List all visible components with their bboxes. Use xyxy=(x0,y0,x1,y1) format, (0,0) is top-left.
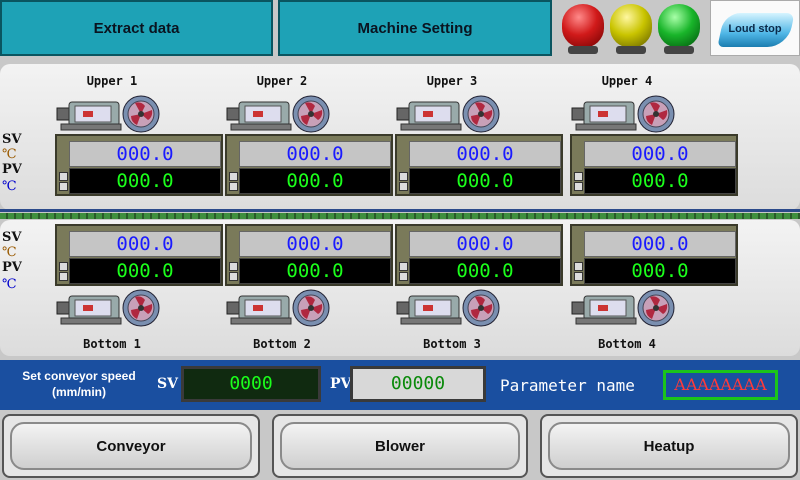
pv-display: 000.0 xyxy=(584,258,736,284)
blower-motor-icon xyxy=(55,288,167,328)
celsius-label: ℃ xyxy=(2,179,17,194)
temperature-unit: 000.0 000.0 xyxy=(570,224,738,286)
indicator-icon xyxy=(229,172,238,181)
indicator-icon xyxy=(59,172,68,181)
blower-motor-icon xyxy=(225,288,337,328)
green-lamp-icon xyxy=(658,4,700,54)
temperature-unit: 000.0 000.0 xyxy=(55,224,223,286)
indicator-icon xyxy=(574,172,583,181)
blower-button[interactable]: Blower xyxy=(272,414,528,478)
indicator-icon xyxy=(59,262,68,271)
pv-unit-label: PV xyxy=(2,162,22,177)
blower-motor-icon xyxy=(55,94,167,134)
zone-label: Upper 3 xyxy=(426,74,478,88)
zone-label: Bottom 2 xyxy=(253,337,311,351)
blower-motor-icon xyxy=(395,288,507,328)
pv-display: 000.0 xyxy=(69,168,221,194)
pv-unit-label: PV xyxy=(2,260,22,275)
conveyor-sv-label: SV xyxy=(157,376,178,392)
upper-units: SV ℃ PV ℃ xyxy=(2,132,22,194)
celsius-label: ℃ xyxy=(2,245,17,260)
red-lamp-icon xyxy=(562,4,604,54)
bottom-units: SV ℃ PV ℃ xyxy=(2,230,22,292)
celsius-label: ℃ xyxy=(2,277,17,292)
machine-setting-button[interactable]: Machine Setting xyxy=(278,0,552,56)
zone-label: Upper 2 xyxy=(256,74,308,88)
sv-display[interactable]: 000.0 xyxy=(584,141,736,167)
conveyor-pv-label: PV xyxy=(330,376,352,392)
parameter-name-field[interactable]: AAAAAAAA xyxy=(663,370,778,400)
heatup-button[interactable]: Heatup xyxy=(540,414,798,478)
sv-display[interactable]: 000.0 xyxy=(409,141,561,167)
indicator-icon xyxy=(399,272,408,281)
temperature-unit: 000.0 000.0 xyxy=(395,134,563,196)
sv-display[interactable]: 000.0 xyxy=(409,231,561,257)
yellow-lamp-icon xyxy=(610,4,652,54)
parameter-name-label: Parameter name xyxy=(500,376,635,395)
temperature-unit: 000.0 000.0 xyxy=(395,224,563,286)
pv-display: 000.0 xyxy=(584,168,736,194)
machine-setting-label: Machine Setting xyxy=(357,19,473,37)
divider-band xyxy=(0,213,800,219)
indicator-icon xyxy=(399,262,408,271)
indicator-icon xyxy=(574,262,583,271)
conveyor-label: Conveyor xyxy=(10,422,252,470)
sv-display[interactable]: 000.0 xyxy=(69,141,221,167)
temperature-unit: 000.0 000.0 xyxy=(225,134,393,196)
indicator-icon xyxy=(229,262,238,271)
pv-display: 000.0 xyxy=(239,258,391,284)
indicator-icon xyxy=(59,272,68,281)
zone-label: Bottom 3 xyxy=(423,337,481,351)
pv-display: 000.0 xyxy=(409,258,561,284)
loud-stop-label: Loud stop xyxy=(728,23,782,35)
indicator-icon xyxy=(399,182,408,191)
zone-label: Bottom 1 xyxy=(83,337,141,351)
indicator-icon xyxy=(229,182,238,191)
blower-motor-icon xyxy=(570,288,682,328)
celsius-label: ℃ xyxy=(2,147,17,162)
pv-display: 000.0 xyxy=(69,258,221,284)
zone-label: Upper 1 xyxy=(86,74,138,88)
conveyor-sv-input[interactable]: 0000 xyxy=(181,366,321,402)
sv-display[interactable]: 000.0 xyxy=(239,231,391,257)
indicator-icon xyxy=(59,182,68,191)
conveyor-speed-label: Set conveyor speed (mm/min) xyxy=(22,369,136,399)
sv-display[interactable]: 000.0 xyxy=(69,231,221,257)
temperature-unit: 000.0 000.0 xyxy=(225,224,393,286)
blower-label: Blower xyxy=(280,422,520,470)
zone-label: Upper 4 xyxy=(601,74,653,88)
sv-display[interactable]: 000.0 xyxy=(239,141,391,167)
indicator-icon xyxy=(399,172,408,181)
sv-unit-label: SV xyxy=(2,132,22,147)
pv-display: 000.0 xyxy=(239,168,391,194)
temperature-unit: 000.0 000.0 xyxy=(55,134,223,196)
loud-stop-button[interactable]: Loud stop xyxy=(710,0,800,56)
pv-display: 000.0 xyxy=(409,168,561,194)
sv-unit-label: SV xyxy=(2,230,22,245)
indicator-icon xyxy=(574,182,583,191)
indicator-icon xyxy=(574,272,583,281)
sv-display[interactable]: 000.0 xyxy=(584,231,736,257)
indicator-icon xyxy=(229,272,238,281)
blower-motor-icon xyxy=(570,94,682,134)
extract-data-label: Extract data xyxy=(93,19,180,37)
conveyor-button[interactable]: Conveyor xyxy=(2,414,260,478)
extract-data-button[interactable]: Extract data xyxy=(0,0,273,56)
blower-motor-icon xyxy=(225,94,337,134)
divider-line xyxy=(0,209,800,212)
conveyor-pv-display: 00000 xyxy=(350,366,486,402)
zone-label: Bottom 4 xyxy=(598,337,656,351)
temperature-unit: 000.0 000.0 xyxy=(570,134,738,196)
blower-motor-icon xyxy=(395,94,507,134)
heatup-label: Heatup xyxy=(548,422,790,470)
